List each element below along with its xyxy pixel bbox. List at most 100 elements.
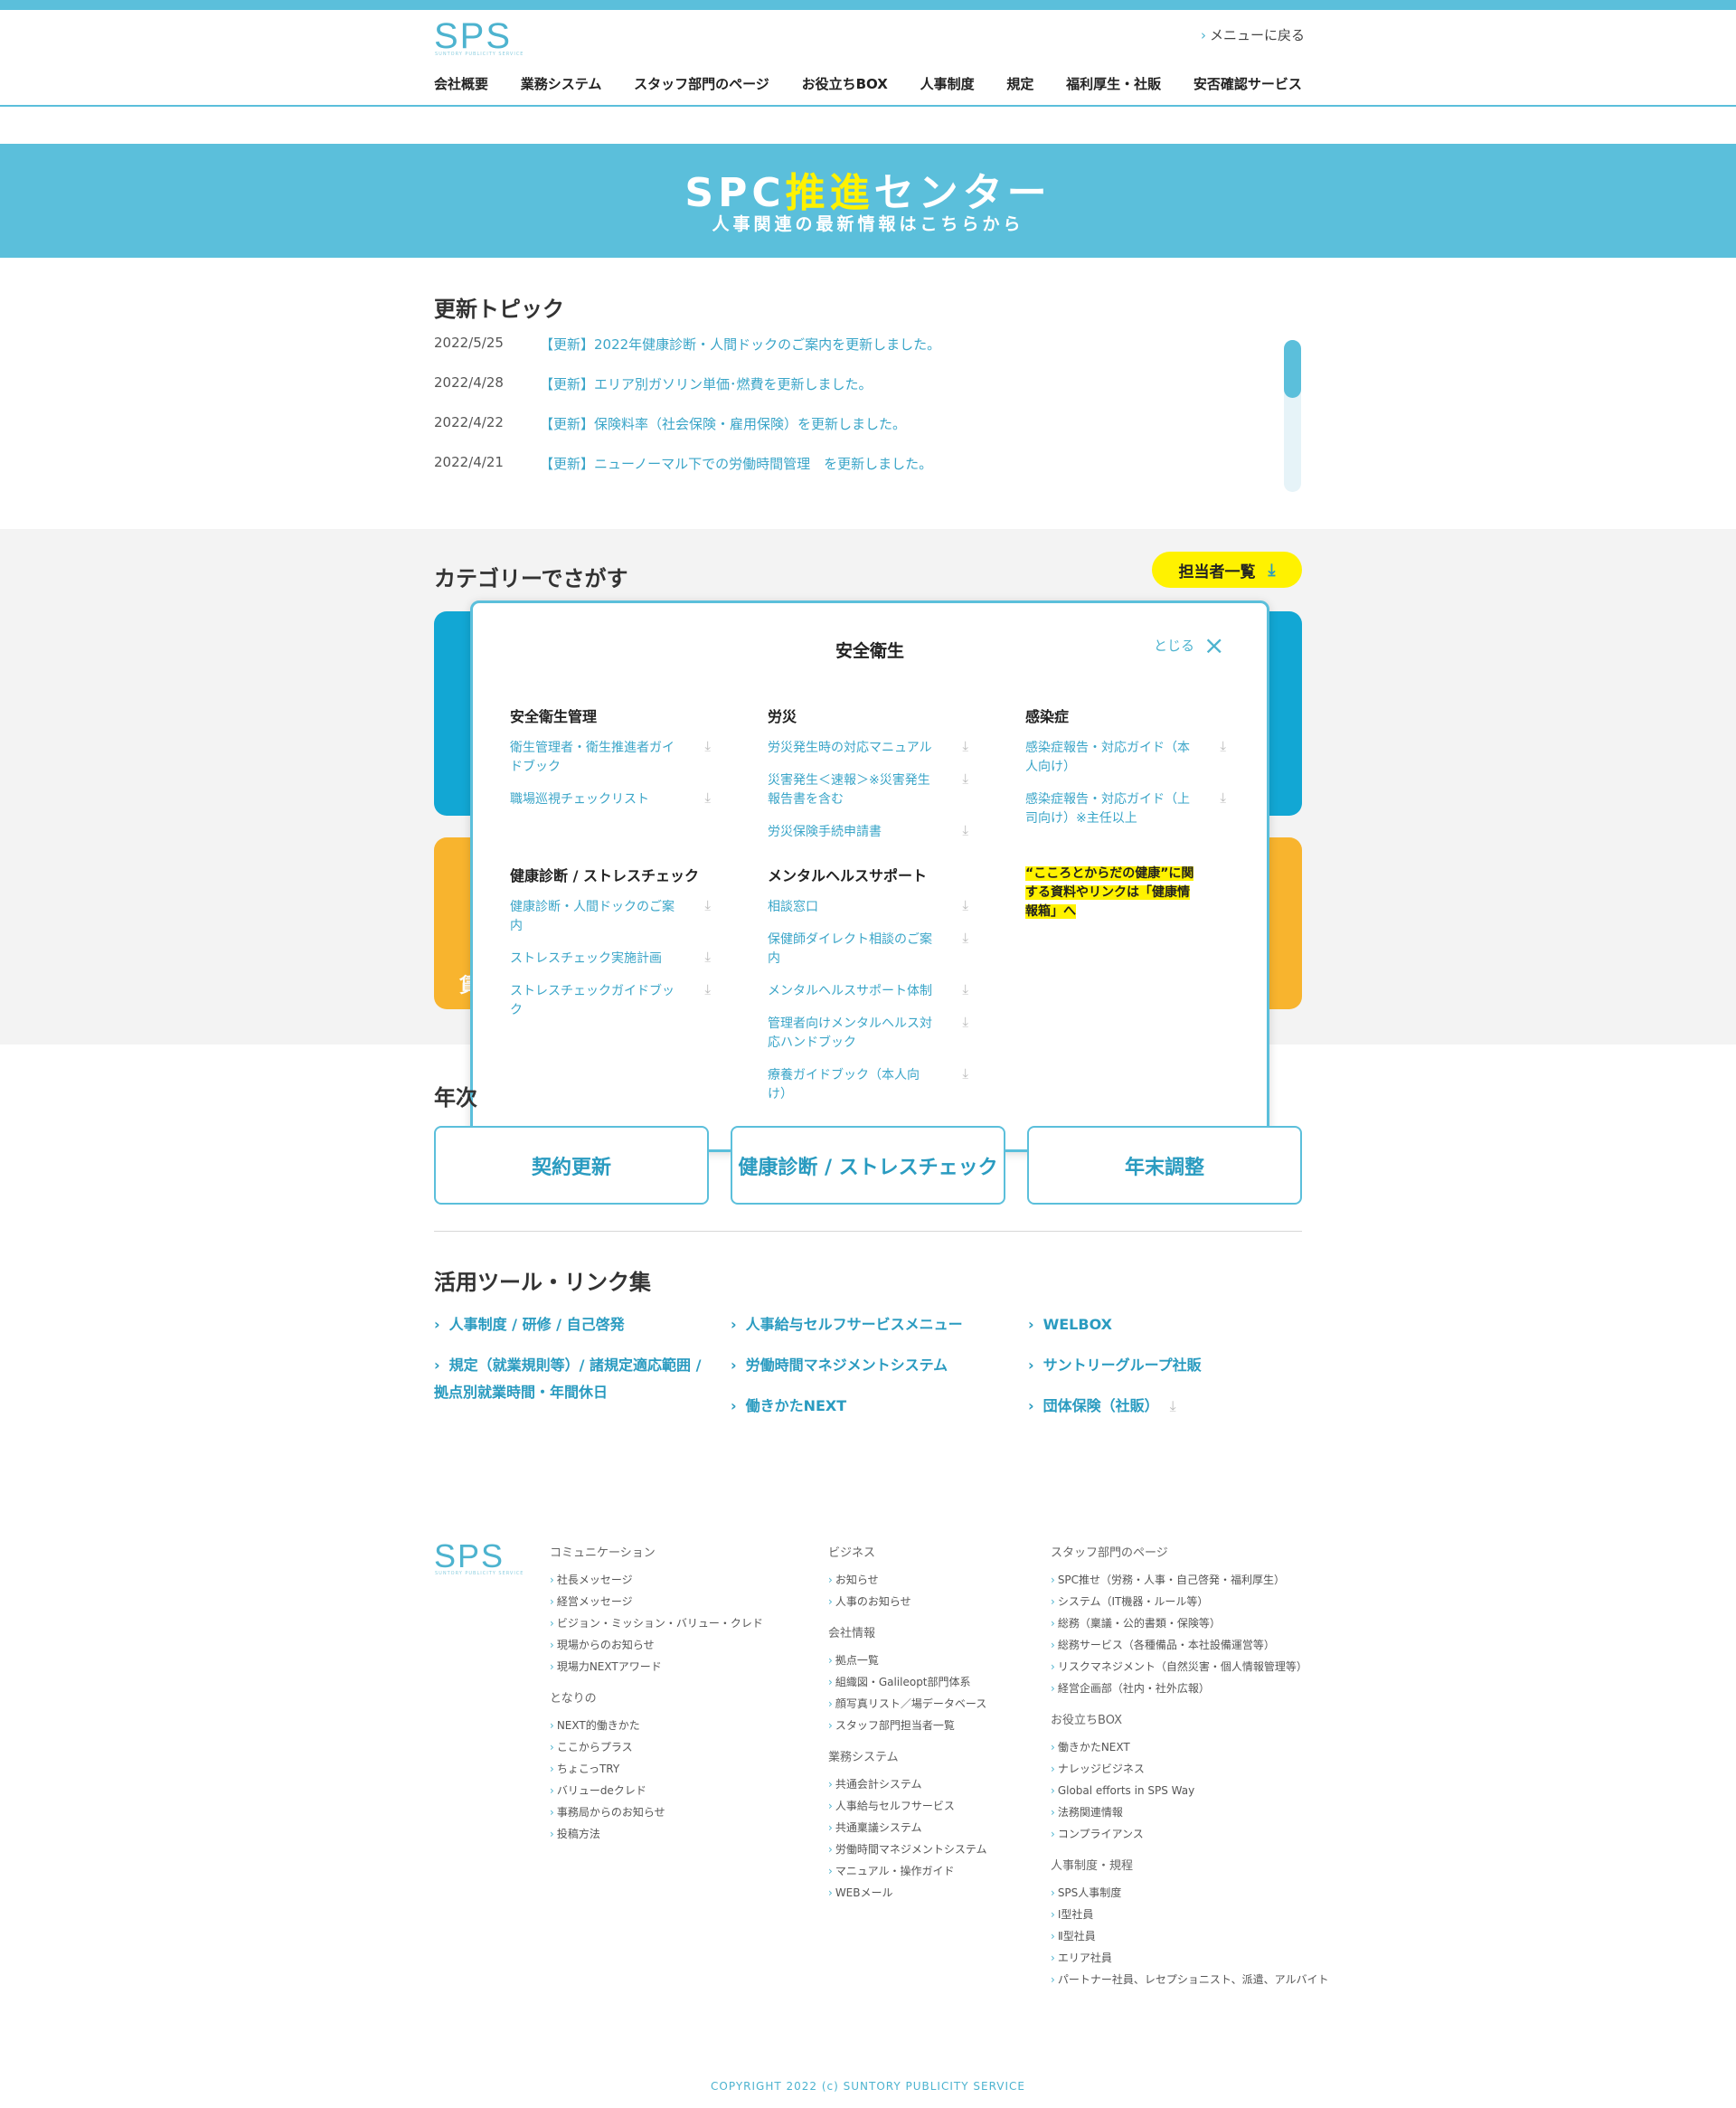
- hero-banner: SPC推進センター 人事関連の最新情報はこちらから: [0, 144, 1736, 258]
- chevron-right-icon: ›: [1028, 1316, 1034, 1333]
- footer-link[interactable]: 総務（稟議・公的書類・保険等）: [1051, 1612, 1328, 1634]
- nav-item-welfare[interactable]: 福利厚生・社販: [1066, 74, 1161, 93]
- modal-doc-link[interactable]: 感染症報告・対応ガイド（上司向け）※主任以上 ⤓: [1025, 789, 1226, 828]
- modal-doc-link[interactable]: メンタルヘルスサポート体制 ⤓: [768, 981, 968, 1001]
- footer-link[interactable]: 顔写真リスト／場データベース: [828, 1693, 986, 1715]
- tool-link[interactable]: › 団体保険（社販） ⤓: [1028, 1393, 1176, 1420]
- footer-link[interactable]: 拠点一覧: [828, 1650, 986, 1671]
- modal-doc-link[interactable]: 保健師ダイレクト相談のご案内 ⤓: [768, 930, 968, 969]
- topic-link[interactable]: 【更新】エリア別ガソリン単価･燃費を更新しました。: [540, 374, 873, 414]
- health-info-box-link[interactable]: “こころとからだの健康”に関する資料やリンクは「健康情報箱」へ: [1025, 865, 1197, 922]
- footer-link[interactable]: スタッフ部門担当者一覧: [828, 1715, 986, 1736]
- footer-link[interactable]: ビジョン・ミッション・バリュー・クレド: [550, 1612, 763, 1634]
- download-icon: ⤓: [962, 930, 968, 946]
- footer-link[interactable]: ナレッジビジネス: [1051, 1758, 1328, 1780]
- footer-link[interactable]: 人事のお知らせ: [828, 1591, 986, 1612]
- modal-group: 健康診断 / ストレスチェック 健康診断・人間ドックのご案内 ⤓ ストレスチェック…: [510, 864, 711, 1034]
- tool-link[interactable]: › WELBOX: [1028, 1311, 1112, 1338]
- nav-item-box[interactable]: お役立ちBOX: [802, 74, 888, 93]
- section-divider: [434, 1231, 1302, 1232]
- footer-link[interactable]: WEBメール: [828, 1882, 986, 1904]
- footer-link[interactable]: パートナー社員、レセプショニスト、派遣、アルバイト: [1051, 1969, 1329, 1990]
- topic-link[interactable]: 【更新】ニューノーマル下での労働時間管理 を更新しました。: [540, 454, 932, 494]
- modal-doc-link[interactable]: 職場巡視チェックリスト ⤓: [510, 789, 711, 809]
- footer-link[interactable]: バリューdeクレド: [550, 1780, 763, 1801]
- modal-doc-link[interactable]: 管理者向けメンタルヘルス対応ハンドブック ⤓: [768, 1014, 968, 1053]
- footer-link[interactable]: SPS人事制度: [1051, 1882, 1328, 1904]
- footer-link[interactable]: 現場からのお知らせ: [550, 1634, 763, 1656]
- back-to-menu-link[interactable]: › メニューに戻る: [1201, 25, 1305, 44]
- modal-doc-link[interactable]: 健康診断・人間ドックのご案内 ⤓: [510, 897, 711, 936]
- footer-link[interactable]: Global efforts in SPS Way: [1051, 1780, 1328, 1801]
- yearly-button-health[interactable]: 健康診断 / ストレスチェック: [731, 1126, 1005, 1205]
- nav-item-hr[interactable]: 人事制度: [920, 74, 975, 93]
- footer-link[interactable]: Ⅰ型社員: [1051, 1904, 1328, 1925]
- footer-link[interactable]: 総務サービス（各種備品・本社設備運営等）: [1051, 1634, 1328, 1656]
- modal-close-button[interactable]: とじる ×: [1154, 632, 1224, 657]
- footer-link[interactable]: お知らせ: [828, 1569, 986, 1591]
- footer-link[interactable]: 人事給与セルフサービス: [828, 1795, 986, 1817]
- footer-link[interactable]: 経営企画部（社内・社外広報）: [1051, 1678, 1328, 1699]
- footer-link[interactable]: Ⅱ型社員: [1051, 1925, 1328, 1947]
- footer-link[interactable]: リスクマネジメント（自然災害・個人情報管理等）: [1051, 1656, 1328, 1678]
- yearly-button-tax[interactable]: 年末調整: [1027, 1126, 1302, 1205]
- download-icon: ⤓: [704, 897, 711, 913]
- footer-link[interactable]: ここからプラス: [550, 1736, 763, 1758]
- nav-item-staff[interactable]: スタッフ部門のページ: [634, 74, 769, 93]
- footer-link[interactable]: システム（IT機器・ルール等）: [1051, 1591, 1328, 1612]
- download-icon: ⤓: [704, 949, 711, 965]
- nav-item-safety[interactable]: 安否確認サービス: [1194, 74, 1302, 93]
- download-icon: ⤓: [704, 789, 711, 806]
- footer-link[interactable]: 法務関連情報: [1051, 1801, 1328, 1823]
- person-list-button[interactable]: 担当者一覧 ⤓: [1152, 552, 1302, 588]
- footer-link[interactable]: 組織図・Galileopt部門体系: [828, 1671, 986, 1693]
- footer-link[interactable]: 経営メッセージ: [550, 1591, 763, 1612]
- tool-link[interactable]: › 人事制度 / 研修 / 自己啓発: [434, 1311, 705, 1338]
- footer-link[interactable]: マニュアル・操作ガイド: [828, 1860, 986, 1882]
- tool-link[interactable]: › 労働時間マネジメントシステム: [731, 1352, 948, 1379]
- footer-link[interactable]: 共通会計システム: [828, 1773, 986, 1795]
- yearly-button-contract[interactable]: 契約更新: [434, 1126, 709, 1205]
- modal-doc-link[interactable]: ストレスチェック実施計画 ⤓: [510, 949, 711, 969]
- footer-link[interactable]: 社長メッセージ: [550, 1569, 763, 1591]
- modal-group: 感染症 感染症報告・対応ガイド（本人向け） ⤓ 感染症報告・対応ガイド（上司向け）…: [1025, 704, 1226, 842]
- modal-doc-link[interactable]: 労災保険手続申請書 ⤓: [768, 822, 968, 842]
- footer-link[interactable]: 労働時間マネジメントシステム: [828, 1839, 987, 1860]
- footer-col-2: ビジネス お知らせ 人事のお知らせ 会社情報 拠点一覧 組織図・Galileop…: [828, 1543, 986, 1904]
- topic-link[interactable]: 【更新】2022年健康診断・人間ドックのご案内を更新しました。: [540, 335, 940, 374]
- footer-link[interactable]: SPC推せ（労務・人事・自己啓発・福利厚生）: [1051, 1569, 1328, 1591]
- nav-item-company[interactable]: 会社概要: [434, 74, 488, 93]
- topics-scrollbar[interactable]: [1284, 340, 1301, 492]
- footer-link[interactable]: NEXT的働きかた: [550, 1715, 763, 1736]
- modal-doc-link[interactable]: 労災発生時の対応マニュアル ⤓: [768, 738, 968, 758]
- scrollbar-thumb[interactable]: [1284, 340, 1301, 398]
- tool-link[interactable]: › サントリーグループ社販: [1028, 1352, 1202, 1379]
- modal-group: 安全衛生管理 衛生管理者・衛生推進者ガイドブック ⤓ 職場巡視チェックリスト ⤓: [510, 704, 711, 823]
- modal-doc-link[interactable]: 災害発生＜速報＞※災害発生報告書を含む ⤓: [768, 770, 968, 809]
- nav-item-systems[interactable]: 業務システム: [521, 74, 602, 93]
- footer-link[interactable]: 現場力NEXTアワード: [550, 1656, 763, 1678]
- footer-link[interactable]: コンプライアンス: [1051, 1823, 1328, 1845]
- modal-doc-link[interactable]: 療養ガイドブック（本人向け） ⤓: [768, 1065, 968, 1104]
- download-icon: ⤓: [962, 770, 968, 787]
- footer-link[interactable]: 投稿方法: [550, 1823, 763, 1845]
- modal-doc-link[interactable]: 相談窓口 ⤓: [768, 897, 968, 917]
- footer-link[interactable]: 共通稟議システム: [828, 1817, 986, 1839]
- footer-link[interactable]: エリア社員: [1051, 1947, 1328, 1969]
- modal-doc-link[interactable]: 衛生管理者・衛生推進者ガイドブック ⤓: [510, 738, 711, 777]
- footer-link[interactable]: 事務局からのお知らせ: [550, 1801, 763, 1823]
- modal-group: メンタルヘルスサポート 相談窓口 ⤓ 保健師ダイレクト相談のご案内 ⤓ メンタルヘル…: [768, 864, 968, 1118]
- topic-link[interactable]: 【更新】保険料率（社会保険・雇用保険）を更新しました。: [540, 414, 906, 454]
- modal-doc-link[interactable]: ストレスチェックガイドブック ⤓: [510, 981, 711, 1020]
- nav-item-rules[interactable]: 規定: [1006, 74, 1033, 93]
- topics-title: 更新トピック: [434, 297, 564, 322]
- category-modal: 安全衛生 とじる × 安全衛生管理 衛生管理者・衛生推進者ガイドブック ⤓ 職場巡視…: [470, 600, 1269, 1152]
- footer-link[interactable]: 働きかたNEXT: [1051, 1736, 1328, 1758]
- modal-doc-link[interactable]: 感染症報告・対応ガイド（本人向け） ⤓: [1025, 738, 1226, 777]
- tool-link[interactable]: › 規定（就業規則等）/ 諸規定適応範囲 / 拠点別就業時間・年間休日: [434, 1352, 714, 1406]
- chevron-right-icon: ›: [731, 1316, 737, 1333]
- tool-link[interactable]: › 働きかたNEXT: [731, 1393, 846, 1420]
- footer-link[interactable]: ちょこっTRY: [550, 1758, 763, 1780]
- footer-logo[interactable]: SPS: [434, 1537, 505, 1575]
- tool-link[interactable]: › 人事給与セルフサービスメニュー: [731, 1311, 963, 1338]
